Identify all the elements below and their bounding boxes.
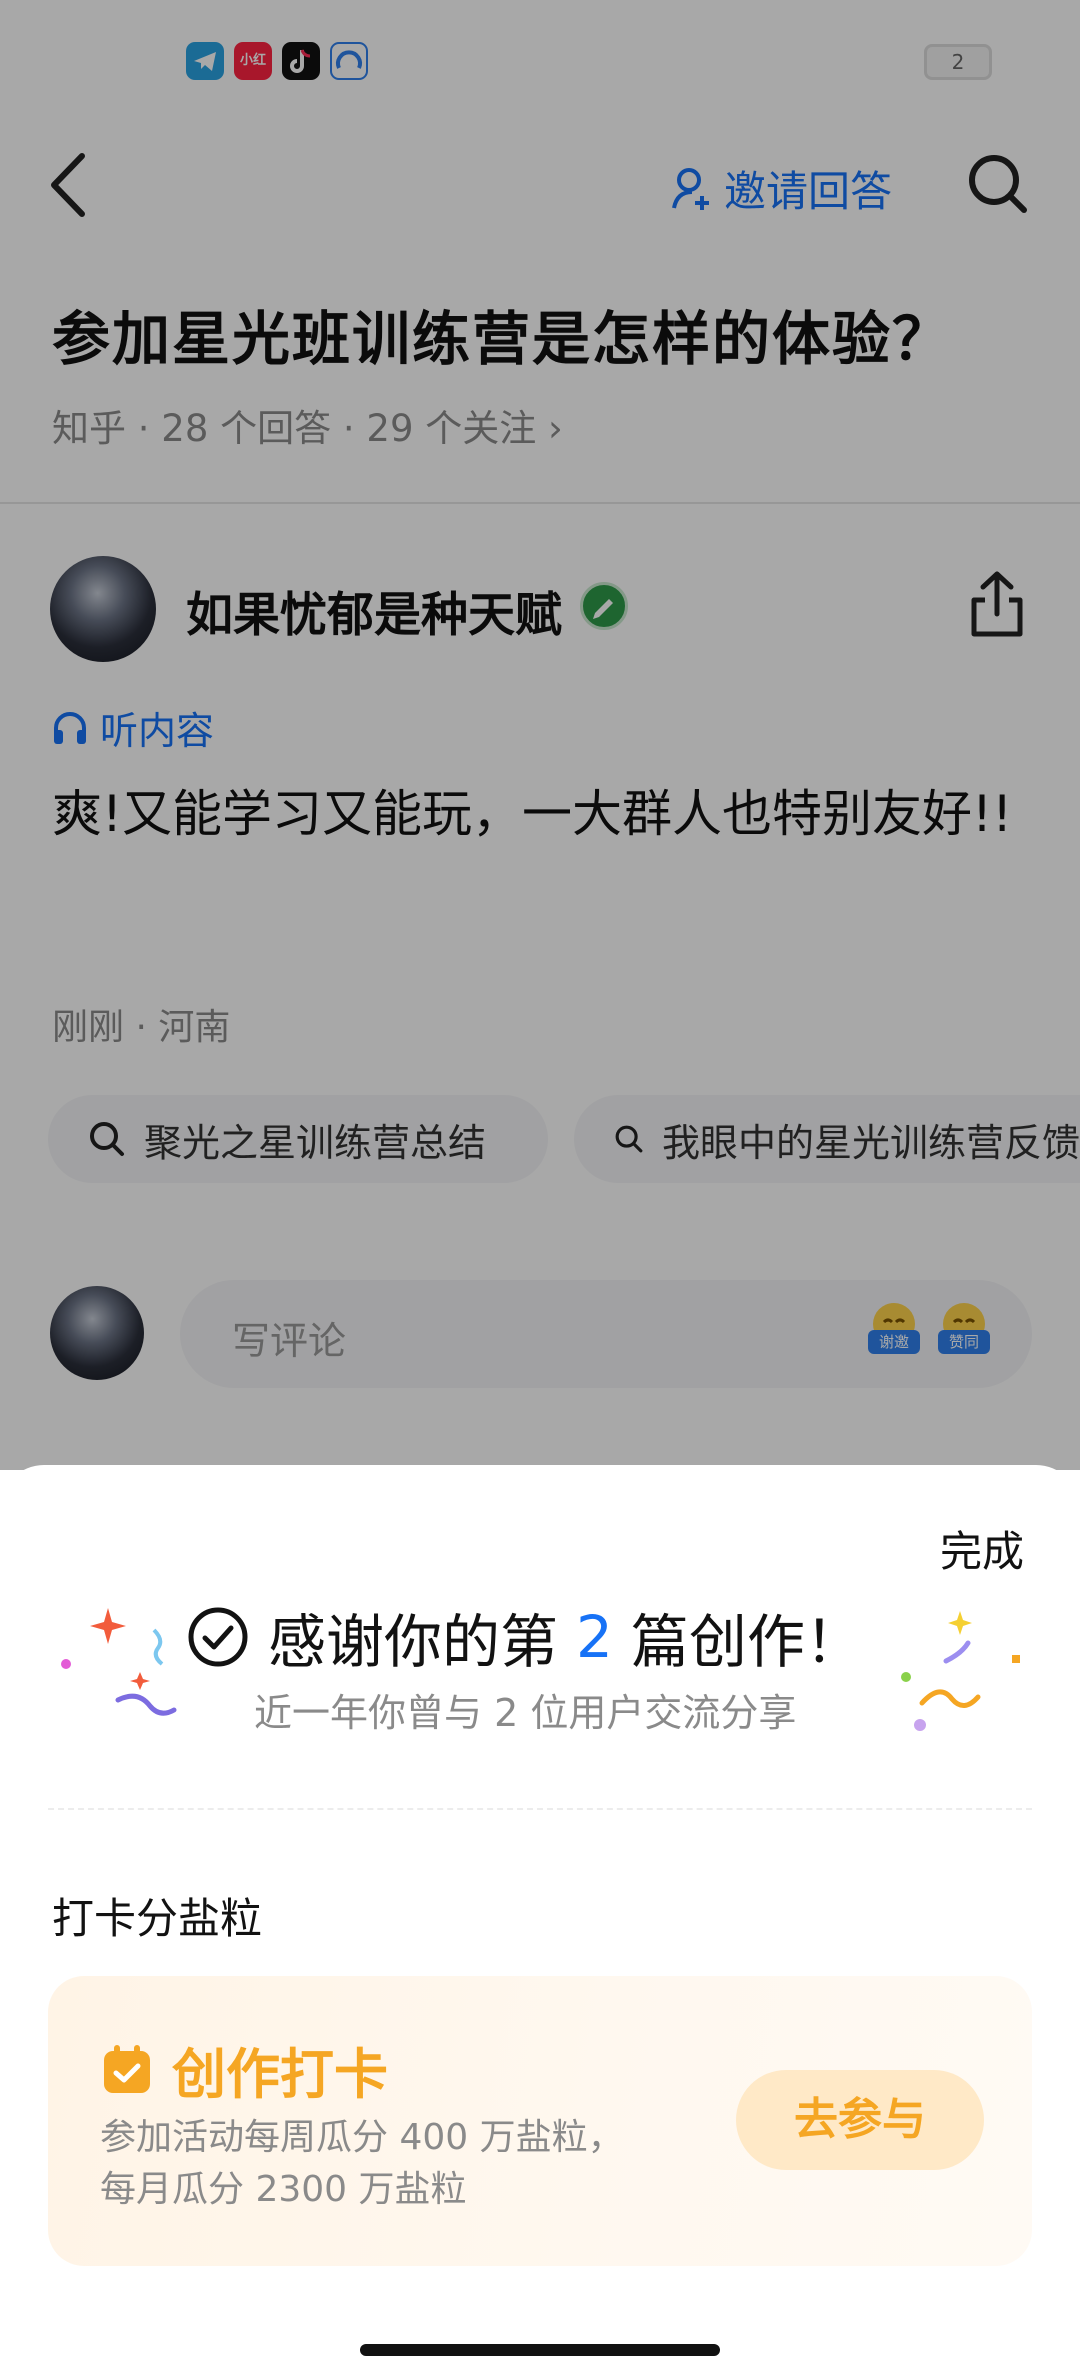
checkin-desc-line1: 参加活动每周瓜分 400 万盐粒， (100, 2117, 624, 2158)
checkin-card-description: 参加活动每周瓜分 400 万盐粒， 每月瓜分 2300 万盐粒 (100, 2112, 720, 2216)
checkin-desc-line2: 每月瓜分 2300 万盐粒 (100, 2169, 467, 2210)
confetti-right-icon (901, 1611, 1020, 1731)
calendar-icon (104, 2044, 150, 2093)
checkin-card-title: 创作打卡 (102, 2030, 388, 2109)
section-title: 打卡分盐粒 (52, 1894, 263, 1943)
confetti-left-icon (61, 1608, 177, 1716)
dashed-divider (48, 1808, 1032, 1810)
modal-overlay[interactable] (0, 0, 1080, 1470)
join-button[interactable]: 去参与 (736, 2070, 984, 2170)
check-circle-icon (188, 1607, 248, 1667)
thanks-heading: 感谢你的第 2 篇创作！ (186, 1595, 863, 1679)
creation-count: 2 (576, 1603, 613, 1671)
checkin-card-title-label: 创作打卡 (172, 2043, 388, 2106)
thanks-subtitle: 近一年你曾与 2 位用户交流分享 (254, 1691, 797, 1735)
done-button[interactable]: 完成 (940, 1518, 1024, 1579)
thanks-prefix: 感谢你的第 (268, 1608, 559, 1676)
home-indicator[interactable] (360, 2344, 720, 2356)
thanks-suffix: 篇创作！ (630, 1608, 863, 1676)
